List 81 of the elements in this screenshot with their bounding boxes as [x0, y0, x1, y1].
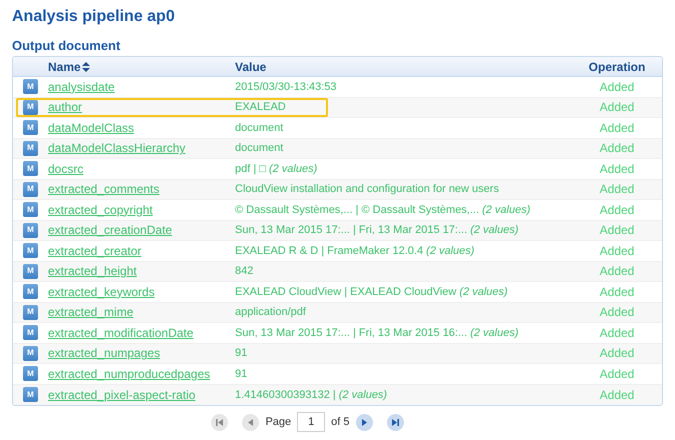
operation-status: Added [600, 202, 634, 219]
metadata-badge: M [23, 182, 38, 197]
field-value: document [235, 141, 284, 156]
field-link[interactable]: author [48, 100, 82, 114]
metadata-badge: M [23, 264, 38, 279]
field-value: EXALEAD [235, 100, 286, 115]
metadata-badge: M [23, 202, 38, 218]
column-header: Value [235, 58, 266, 76]
page-label: Page [265, 414, 292, 430]
operation-status: Added [600, 78, 634, 96]
field-link[interactable]: extracted_pixel-aspect-ratio [48, 388, 196, 402]
operation-status: Added [600, 366, 634, 383]
field-link[interactable]: extracted_comments [48, 182, 160, 196]
field-value: application/pdf [235, 305, 306, 320]
field-link[interactable]: extracted_keywords [48, 284, 155, 299]
field-value: 1.41460300393132 | (2 values) [235, 388, 388, 402]
field-value: 2015/03/30-13:43:53 [235, 80, 337, 94]
operation-status: Added [600, 222, 634, 240]
operation-status: Added [600, 284, 634, 301]
next-page-button[interactable] [356, 414, 373, 430]
metadata-badge: M [23, 120, 38, 136]
field-link[interactable]: extracted_numpages [48, 346, 160, 360]
field-link[interactable]: extracted_numproducedpages [48, 366, 210, 381]
operation-status: Added [600, 120, 634, 137]
metadata-badge: M [23, 100, 38, 115]
field-value: Sun, 13 Mar 2015 17:... | Fri, 13 Mar 2015 16:... (2 values) [235, 326, 519, 340]
field-link[interactable]: extracted_modificationDate [48, 326, 194, 340]
previous-page-button[interactable] [242, 414, 260, 430]
metadata-badge: M [23, 284, 38, 300]
operation-status: Added [600, 263, 634, 280]
field-value: 842 [235, 264, 254, 279]
metadata-badge: M [23, 222, 38, 238]
field-link[interactable]: docsrc [48, 162, 84, 176]
metadata-badge: M [23, 325, 38, 340]
operation-status: Added [600, 140, 634, 158]
metadata-badge: M [23, 140, 38, 156]
triangle-right-icon [360, 418, 369, 426]
operation-status: Added [600, 304, 634, 322]
skip-forward-icon [390, 418, 400, 426]
metadata-badge: M [23, 304, 38, 320]
field-value: EXALEAD CloudView | EXALEAD CloudView (2 values) [235, 284, 508, 300]
section-title: Output document [12, 37, 122, 54]
field-value: 91 [235, 346, 248, 361]
field-value: Sun, 13 Mar 2015 17:... | Fri, 13 Mar 2015 17:... (2 values) [235, 223, 519, 238]
skip-back-icon [215, 418, 224, 426]
field-link[interactable]: dataModelClassHierarchy [48, 141, 186, 156]
sort-icon[interactable] [82, 62, 90, 72]
field-value: 91 [235, 366, 248, 382]
operation-status: Added [600, 324, 634, 342]
operation-status: Added [600, 160, 634, 178]
column-header: Operation [588, 58, 646, 76]
operation-status: Added [600, 181, 634, 198]
field-link[interactable]: extracted_creator [48, 244, 142, 258]
field-value: document [235, 120, 284, 136]
metadata-badge: M [23, 387, 38, 402]
metadata-badge: M [23, 79, 38, 94]
field-value: EXALEAD R & D | FrameMaker 12.0.4 (2 values) [235, 244, 474, 258]
field-link[interactable]: extracted_copyright [48, 202, 153, 217]
triangle-left-icon [246, 418, 256, 426]
last-page-button[interactable] [386, 414, 404, 430]
field-link[interactable]: dataModelClass [48, 120, 134, 135]
field-link[interactable]: analysisdate [48, 80, 115, 94]
first-page-button[interactable] [211, 414, 228, 430]
operation-status: Added [600, 99, 634, 116]
operation-status: Added [600, 242, 634, 260]
field-value: pdf | □ (2 values) [235, 162, 318, 176]
field-link[interactable]: extracted_creationDate [48, 223, 172, 238]
metadata-badge: M [23, 243, 38, 258]
operation-status: Added [600, 345, 634, 362]
metadata-badge: M [23, 346, 38, 361]
metadata-badge: M [23, 161, 38, 176]
page-number-field[interactable]: 1 [297, 412, 326, 432]
column-header[interactable]: Name [48, 58, 81, 76]
field-link[interactable]: extracted_mime [48, 305, 134, 320]
field-value: CloudView installation and configuration for new users [235, 182, 499, 197]
operation-status: Added [600, 386, 634, 404]
page-title: Analysis pipeline ap0 [12, 7, 176, 27]
field-link[interactable]: extracted_height [48, 264, 137, 278]
page-total: of 5 [331, 414, 350, 430]
metadata-badge: M [23, 366, 38, 382]
field-value: © Dassault Systèmes,... | © Dassault Systèmes,... (2 values) [235, 202, 530, 218]
